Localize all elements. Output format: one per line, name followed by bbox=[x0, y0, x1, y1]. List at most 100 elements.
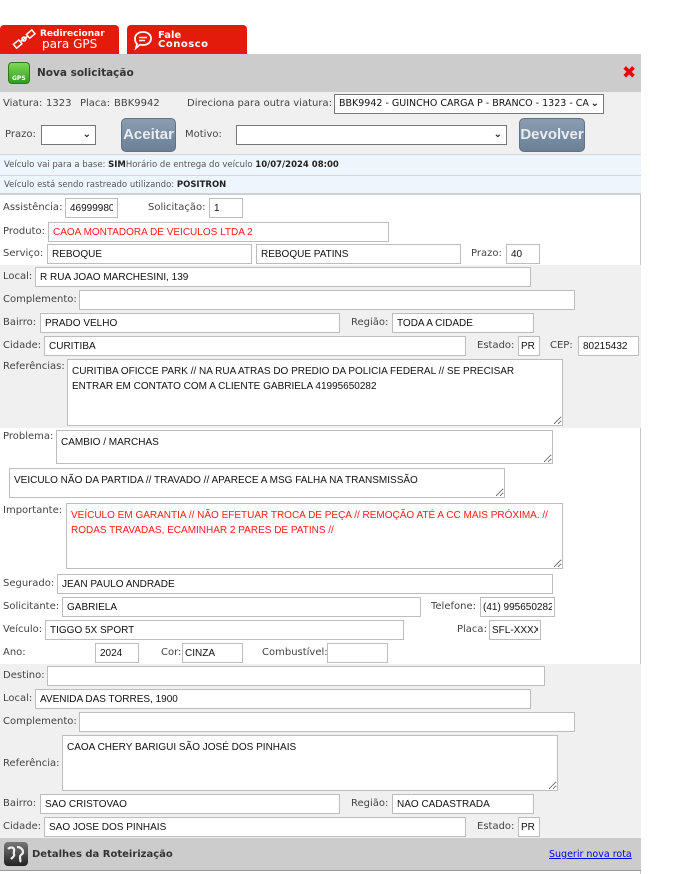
referencias-label: Referências: bbox=[3, 361, 65, 372]
rastreio-label: Veículo está sendo rastreado utilizando: bbox=[4, 180, 175, 190]
destino-complemento-label: Complemento: bbox=[3, 716, 77, 727]
prazo-label: Prazo: bbox=[5, 129, 36, 140]
tab-label-line2: para GPS bbox=[42, 37, 98, 51]
base-value: SIM bbox=[108, 160, 126, 170]
cor-field[interactable] bbox=[182, 643, 243, 663]
chevron-down-icon: ⌄ bbox=[493, 129, 502, 140]
produto-field[interactable] bbox=[48, 222, 389, 242]
ano-label: Ano: bbox=[3, 647, 26, 658]
placa-field[interactable] bbox=[489, 620, 541, 640]
cor-label: Cor: bbox=[161, 647, 182, 658]
servico-tipo-field[interactable] bbox=[256, 244, 461, 264]
entrega-label: Horário de entrega do veículo bbox=[125, 160, 253, 170]
solicitante-label: Solicitante: bbox=[3, 601, 60, 612]
devolver-button[interactable]: Devolver bbox=[519, 118, 585, 152]
ano-field[interactable] bbox=[95, 643, 139, 663]
panel-header: GPS Nova solicitação ✖ bbox=[0, 54, 641, 92]
destino-complemento-field[interactable] bbox=[79, 712, 575, 732]
cidade-field[interactable] bbox=[44, 336, 466, 356]
importante-label: Importante: bbox=[3, 505, 63, 516]
complemento-field[interactable] bbox=[79, 290, 575, 310]
sugerir-nova-rota-link[interactable]: Sugerir nova rota bbox=[549, 849, 632, 860]
telefone-label: Telefone: bbox=[431, 601, 476, 612]
destino-estado-field[interactable] bbox=[518, 817, 540, 837]
cep-label: CEP: bbox=[550, 340, 573, 351]
motivo-select[interactable]: ⌄ bbox=[236, 125, 507, 145]
info-rastreio: Veículo está sendo rastreado utilizando:… bbox=[0, 175, 641, 195]
local-field[interactable] bbox=[35, 267, 531, 287]
segurado-field[interactable] bbox=[57, 574, 553, 594]
prazo-form-label: Prazo: bbox=[471, 248, 502, 259]
destino-label: Destino: bbox=[3, 670, 45, 681]
local-label: Local: bbox=[3, 271, 33, 282]
destino-cidade-label: Cidade: bbox=[3, 821, 42, 832]
referencias-textarea[interactable]: CURITIBA OFICCE PARK // NA RUA ATRAS DO … bbox=[67, 359, 563, 426]
tab-fale-conosco[interactable]: Fale Conosco bbox=[127, 25, 247, 54]
prazo-field[interactable] bbox=[506, 244, 540, 264]
motivo-label: Motivo: bbox=[185, 129, 222, 140]
combustivel-label: Combustível: bbox=[262, 647, 328, 658]
prazo-select[interactable]: ⌄ bbox=[41, 125, 96, 145]
problema-textarea[interactable]: CAMBIO / MARCHAS bbox=[56, 430, 553, 464]
chat-bubble-icon bbox=[134, 31, 152, 51]
bairro-label: Bairro: bbox=[3, 317, 37, 328]
destino-local-field[interactable] bbox=[35, 689, 531, 709]
entrega-value: 10/07/2024 08:00 bbox=[255, 160, 339, 170]
chevron-down-icon: ⌄ bbox=[588, 95, 599, 113]
assistencia-label: Assistência: bbox=[3, 202, 63, 213]
destino-referencia-textarea[interactable]: CAOA CHERY BARIGUI SÃO JOSÉ DOS PINHAIS bbox=[62, 735, 558, 791]
veiculo-field[interactable] bbox=[45, 620, 404, 640]
destino-regiao-field[interactable] bbox=[392, 794, 534, 814]
panel-title: Nova solicitação bbox=[37, 67, 134, 79]
tab-label-line2: Conosco bbox=[158, 39, 209, 50]
satellite-icon bbox=[12, 29, 36, 50]
produto-label: Produto: bbox=[3, 226, 45, 237]
info-base: Veículo vai para a base: SIMHorário de e… bbox=[0, 154, 641, 175]
destino-estado-label: Estado: bbox=[477, 821, 515, 832]
importante-textarea[interactable]: VEÍCULO EM GARANTIA // NÃO EFETUAR TROCA… bbox=[66, 503, 563, 569]
placa-label: Placa: bbox=[80, 98, 110, 109]
estado-field[interactable] bbox=[518, 336, 540, 356]
destino-local-label: Local: bbox=[3, 693, 33, 704]
estado-label: Estado: bbox=[477, 340, 515, 351]
gps-icon: GPS bbox=[8, 62, 30, 84]
aceitar-button[interactable]: Aceitar bbox=[121, 118, 176, 152]
combustivel-field[interactable] bbox=[327, 643, 388, 663]
segurado-label: Segurado: bbox=[3, 578, 55, 589]
destino-bairro-field[interactable] bbox=[40, 794, 340, 814]
destino-field[interactable] bbox=[47, 666, 545, 686]
destino-bairro-label: Bairro: bbox=[3, 798, 37, 809]
cep-field[interactable] bbox=[578, 336, 639, 356]
regiao-label: Região: bbox=[351, 317, 389, 328]
viatura-value: 1323 bbox=[46, 98, 72, 109]
problema-detalhe-textarea[interactable]: VEICULO NÃO DA PARTIDA // TRAVADO // APA… bbox=[9, 468, 505, 498]
regiao-field[interactable] bbox=[392, 313, 534, 333]
tab-redirecionar-gps[interactable]: Redirecionar para GPS bbox=[0, 25, 119, 54]
globe-icon bbox=[4, 842, 28, 866]
direciona-label: Direciona para outra viatura: bbox=[187, 98, 332, 109]
solicitacao-label: Solicitação: bbox=[148, 202, 206, 213]
servico-label: Serviço: bbox=[3, 248, 44, 259]
destino-regiao-label: Região: bbox=[351, 798, 389, 809]
cidade-label: Cidade: bbox=[3, 340, 42, 351]
destino-cidade-field[interactable] bbox=[44, 817, 466, 837]
veiculo-label: Veículo: bbox=[3, 624, 43, 635]
viatura-label: Viatura: bbox=[3, 98, 43, 109]
assistencia-field[interactable] bbox=[65, 198, 118, 218]
chevron-down-icon: ⌄ bbox=[82, 129, 91, 140]
roteirizacao-title: Detalhes da Roteirização bbox=[32, 849, 173, 860]
base-label: Veículo vai para a base: bbox=[4, 160, 106, 170]
problema-label: Problema: bbox=[3, 431, 54, 442]
placa-form-label: Placa: bbox=[457, 624, 487, 635]
complemento-label: Complemento: bbox=[3, 294, 77, 305]
bairro-field[interactable] bbox=[40, 313, 340, 333]
telefone-field[interactable] bbox=[480, 597, 555, 617]
solicitante-field[interactable] bbox=[62, 597, 421, 617]
rastreio-value: POSITRON bbox=[176, 180, 227, 190]
roteirizacao-header: Detalhes da Roteirização Sugerir nova ro… bbox=[0, 838, 641, 871]
direciona-select[interactable]: BBK9942 - GUINCHO CARGA P - BRANCO - 132… bbox=[334, 94, 604, 114]
servico-field[interactable] bbox=[47, 244, 252, 264]
destino-referencia-label: Referência: bbox=[3, 758, 60, 769]
close-x-icon[interactable]: ✖ bbox=[622, 63, 636, 83]
solicitacao-field[interactable] bbox=[209, 198, 243, 218]
